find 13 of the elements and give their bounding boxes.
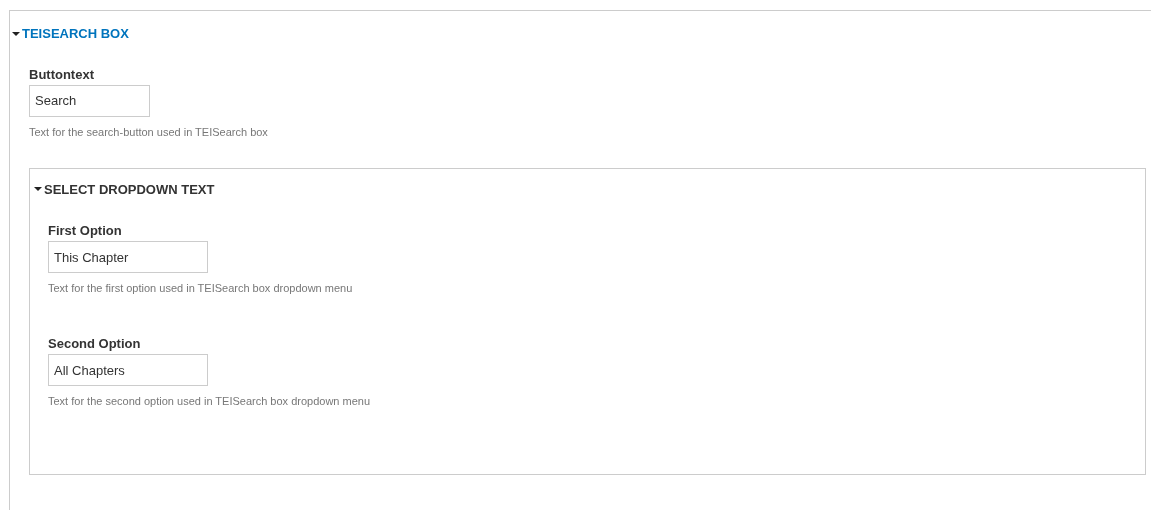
field-description: Text for the search-button used in TEISearch box [29,124,269,139]
caret-icon [34,186,42,193]
field-label: First Option [48,223,123,239]
field-label: Second Option [48,336,142,352]
text-field[interactable]: Search [29,84,150,117]
field-description: Text for the first option used in TEISearch box dropdown menu [48,281,354,295]
text-field[interactable]: This Chapter [48,241,208,273]
field-label: Buttontext [29,66,95,83]
text-field[interactable]: All Chapters [48,354,208,386]
fieldset-legend[interactable]: SELECT DROPDOWN TEXT [34,179,215,199]
fieldset-legend[interactable]: TEISEARCH BOX [12,24,129,44]
caret-icon [12,30,20,37]
field-description: Text for the second option used in TEISearch box dropdown menu [48,394,372,408]
